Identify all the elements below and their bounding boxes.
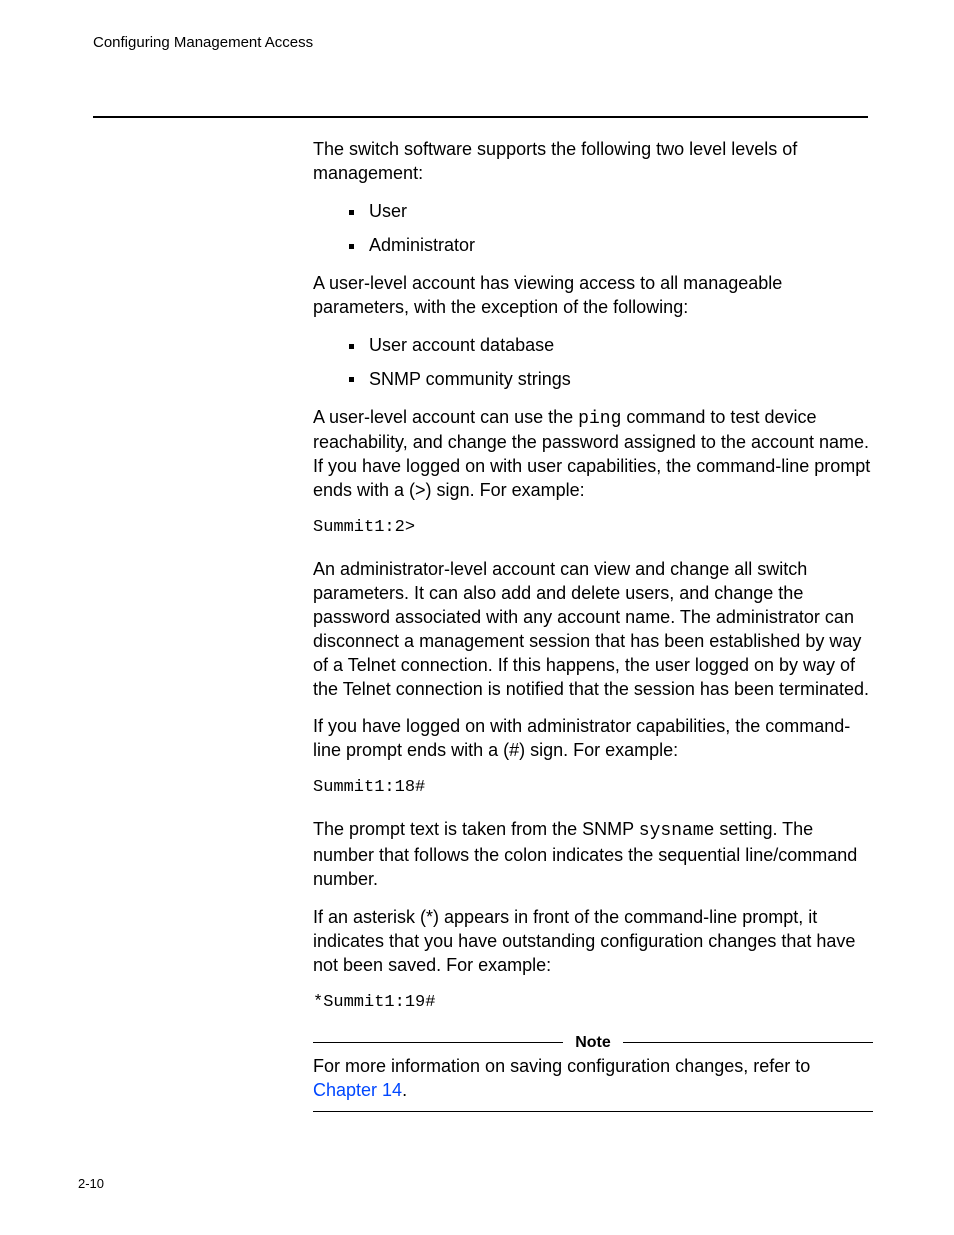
user-prompt-example: Summit1:2> xyxy=(313,517,875,540)
intro-paragraph: The switch software supports the followi… xyxy=(313,138,875,186)
user-exceptions-intro: A user-level account has viewing access … xyxy=(313,272,875,320)
chapter-link[interactable]: Chapter 14 xyxy=(313,1080,402,1100)
text-fragment: The prompt text is taken from the SNMP xyxy=(313,819,639,839)
note-rule-bottom xyxy=(313,1111,873,1112)
running-head: Configuring Management Access xyxy=(93,34,313,51)
sysname-keyword: sysname xyxy=(639,821,715,841)
text-fragment: A user-level account can use the xyxy=(313,407,578,427)
list-item: SNMP community strings xyxy=(313,368,875,392)
levels-list: User Administrator xyxy=(313,200,875,258)
page: Configuring Management Access The switch… xyxy=(0,0,954,1235)
list-item: User xyxy=(313,200,875,224)
list-item: Administrator xyxy=(313,234,875,258)
exceptions-list: User account database SNMP community str… xyxy=(313,334,875,392)
user-ping-paragraph: A user-level account can use the ping co… xyxy=(313,406,875,504)
note-header: Note xyxy=(313,1032,873,1053)
note-rule-left xyxy=(313,1042,563,1043)
text-fragment: . xyxy=(402,1080,407,1100)
snmp-paragraph: The prompt text is taken from the SNMP s… xyxy=(313,818,875,892)
note-block: Note For more information on saving conf… xyxy=(313,1032,873,1112)
page-number: 2-10 xyxy=(78,1176,104,1191)
ping-command: ping xyxy=(578,409,621,429)
asterisk-paragraph: If an asterisk (*) appears in front of t… xyxy=(313,906,875,978)
list-item: User account database xyxy=(313,334,875,358)
text-fragment: For more information on saving configura… xyxy=(313,1056,810,1076)
note-label: Note xyxy=(575,1032,611,1053)
admin-prompt-example: Summit1:18# xyxy=(313,777,875,800)
note-body: For more information on saving configura… xyxy=(313,1053,873,1111)
top-rule xyxy=(93,116,868,118)
admin-paragraph: An administrator-level account can view … xyxy=(313,558,875,702)
asterisk-prompt-example: *Summit1:19# xyxy=(313,992,875,1015)
note-rule-right xyxy=(623,1042,873,1043)
body-content: The switch software supports the followi… xyxy=(313,138,875,1112)
admin-prompt-paragraph: If you have logged on with administrator… xyxy=(313,715,875,763)
